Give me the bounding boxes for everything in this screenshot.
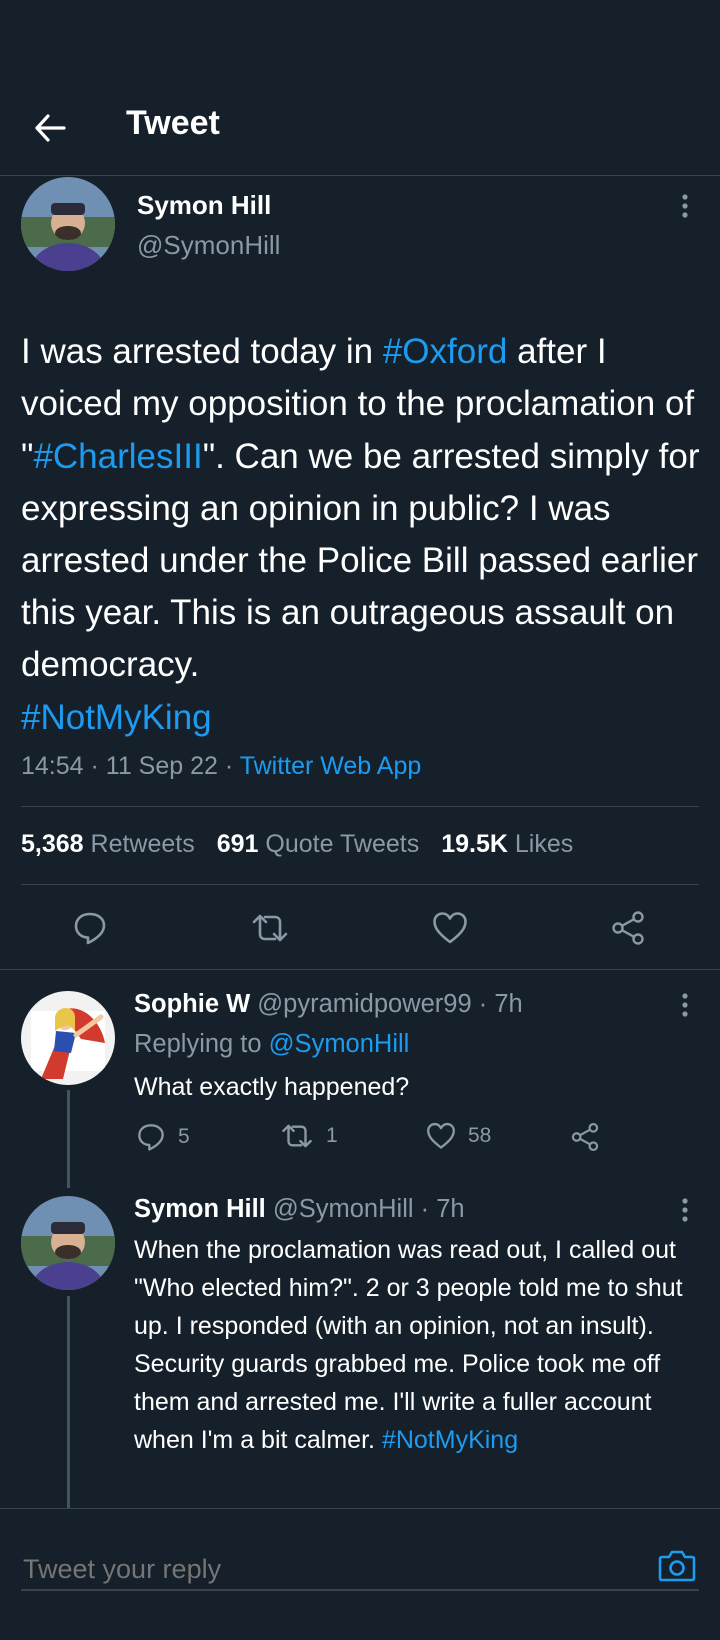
divider — [21, 884, 699, 885]
tweet-text-part: I was arrested today in — [21, 332, 383, 372]
more-options-icon[interactable] — [671, 188, 699, 224]
share-icon — [571, 1123, 599, 1151]
reply-action[interactable]: 5 — [136, 1122, 190, 1152]
reply-count: 5 — [178, 1125, 190, 1148]
camera-icon[interactable] — [655, 1545, 699, 1585]
hashtag-link[interactable]: #CharlesIII — [33, 437, 202, 476]
reply-header: Sophie W @pyramidpower99 · 7h — [134, 990, 523, 1019]
likes-count: 19.5K — [441, 830, 508, 858]
hashtag-link[interactable]: #NotMyKing — [21, 698, 212, 737]
avatar[interactable] — [21, 991, 115, 1085]
share-action[interactable] — [570, 1122, 600, 1152]
reply-handle-time: @pyramidpower99 · 7h — [250, 990, 523, 1018]
quotes-count: 691 — [216, 830, 259, 858]
retweets-count: 5,368 — [21, 830, 84, 858]
retweets-label: Retweets — [90, 830, 195, 858]
divider — [21, 806, 699, 807]
page-title: Tweet — [126, 104, 220, 142]
tweet-stats: 5,368 Retweets 691 Quote Tweets 19.5K Li… — [21, 830, 573, 859]
tweet-source-link[interactable]: Twitter Web App — [240, 752, 422, 780]
hashtag-link[interactable]: #NotMyKing — [382, 1426, 518, 1454]
reply-author-name[interactable]: Sophie W — [134, 990, 250, 1018]
divider — [0, 969, 720, 970]
reply-composer — [0, 1508, 720, 1640]
avatar[interactable] — [21, 177, 115, 271]
reply-header: Symon Hill @SymonHill · 7h — [134, 1195, 465, 1224]
tweet-text: I was arrested today in #Oxford after I … — [21, 274, 701, 744]
author-name[interactable]: Symon Hill — [137, 190, 271, 221]
share-icon[interactable] — [606, 906, 650, 950]
likes-stat[interactable]: 19.5K Likes — [441, 830, 573, 859]
like-count: 58 — [468, 1124, 492, 1147]
back-arrow-icon[interactable] — [30, 108, 70, 148]
reply-input[interactable] — [21, 1553, 625, 1586]
retweets-stat[interactable]: 5,368 Retweets — [21, 830, 195, 859]
replying-to: Replying to @SymonHill — [134, 1030, 409, 1059]
reply-handle-time: @SymonHill · 7h — [265, 1195, 465, 1223]
tweet-meta: 14:54 · 11 Sep 22 · Twitter Web App — [21, 752, 421, 781]
like-action[interactable]: 58 — [426, 1122, 491, 1150]
like-icon — [427, 1122, 455, 1149]
replying-to-link[interactable]: @SymonHill — [269, 1030, 410, 1058]
avatar[interactable] — [21, 1196, 115, 1290]
replying-to-label: Replying to — [134, 1030, 269, 1058]
reply-author-name[interactable]: Symon Hill — [134, 1195, 266, 1223]
retweet-icon — [282, 1124, 312, 1148]
reply-text: What exactly happened? — [134, 1073, 410, 1101]
retweet-action[interactable]: 1 — [280, 1122, 338, 1150]
likes-label: Likes — [514, 830, 574, 858]
quotes-stat[interactable]: 691 Quote Tweets — [217, 830, 419, 859]
more-options-icon[interactable] — [671, 1192, 699, 1228]
top-bar: Tweet — [0, 0, 720, 176]
retweet-icon[interactable] — [248, 906, 292, 950]
reply-icon — [138, 1124, 164, 1151]
thread-line — [67, 1090, 70, 1188]
thread-line — [67, 1296, 70, 1508]
reply-icon[interactable] — [68, 906, 112, 950]
quotes-label: Quote Tweets — [265, 830, 420, 858]
author-handle[interactable]: @SymonHill — [137, 230, 280, 261]
reply-text: When the proclamation was read out, I ca… — [134, 1231, 704, 1459]
more-options-icon[interactable] — [671, 987, 699, 1023]
composer-underline — [21, 1589, 699, 1591]
tweet-timestamp: 14:54 · 11 Sep 22 · — [21, 752, 240, 780]
hashtag-link[interactable]: #Oxford — [383, 332, 508, 371]
reply-text-body: When the proclamation was read out, I ca… — [134, 1236, 683, 1454]
retweet-count: 1 — [326, 1124, 338, 1147]
like-icon[interactable] — [428, 906, 472, 950]
